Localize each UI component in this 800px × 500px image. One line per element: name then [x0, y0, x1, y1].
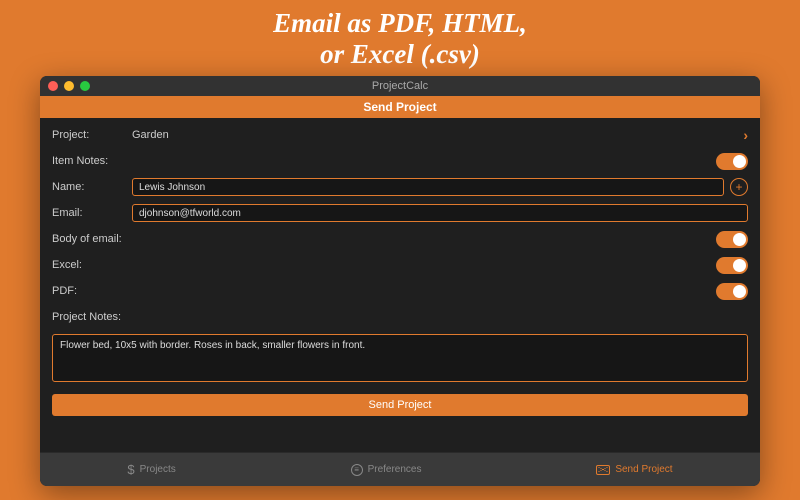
body-label: Body of email:	[52, 233, 122, 245]
name-row: Name: +	[52, 176, 748, 198]
tab-projects-label: Projects	[140, 464, 176, 475]
body-toggle[interactable]	[716, 231, 748, 248]
project-label: Project:	[52, 129, 132, 141]
chevron-right-icon: ›	[743, 127, 748, 143]
preferences-icon: ≡	[351, 464, 363, 476]
envelope-icon	[596, 465, 610, 475]
tab-bar: $ Projects ≡ Preferences Send Project	[40, 452, 760, 486]
email-row: Email:	[52, 202, 748, 224]
tab-preferences-label: Preferences	[368, 464, 422, 475]
name-input[interactable]	[132, 178, 724, 196]
titlebar: ProjectCalc	[40, 76, 760, 96]
tab-send-project[interactable]: Send Project	[596, 464, 672, 475]
item-notes-label: Item Notes:	[52, 155, 132, 167]
tab-projects[interactable]: $ Projects	[127, 462, 175, 477]
promo-line1: Email as PDF, HTML,	[273, 8, 527, 39]
excel-toggle[interactable]	[716, 257, 748, 274]
name-label: Name:	[52, 181, 132, 193]
excel-row: Excel:	[52, 254, 748, 276]
project-notes-label: Project Notes:	[52, 311, 121, 323]
excel-label: Excel:	[52, 259, 132, 271]
window-title: ProjectCalc	[40, 80, 760, 92]
body-row: Body of email:	[52, 228, 748, 250]
pdf-toggle[interactable]	[716, 283, 748, 300]
promo-line2: or Excel (.csv)	[273, 39, 527, 70]
email-label: Email:	[52, 207, 132, 219]
project-value: Garden	[132, 129, 169, 141]
plus-icon: +	[735, 181, 742, 193]
promo-heading: Email as PDF, HTML, or Excel (.csv)	[273, 8, 527, 70]
tab-preferences[interactable]: ≡ Preferences	[351, 464, 422, 476]
section-header: Send Project	[40, 96, 760, 118]
tab-send-project-label: Send Project	[615, 464, 672, 475]
pdf-row: PDF:	[52, 280, 748, 302]
app-window: ProjectCalc Send Project Project: Garden…	[40, 76, 760, 486]
pdf-label: PDF:	[52, 285, 132, 297]
project-notes-textarea[interactable]: Flower bed, 10x5 with border. Roses in b…	[52, 334, 748, 382]
dollar-icon: $	[127, 462, 134, 477]
email-input[interactable]	[132, 204, 748, 222]
content-area: Project: Garden › Item Notes: Name: + Em…	[40, 118, 760, 452]
item-notes-row: Item Notes:	[52, 150, 748, 172]
add-contact-button[interactable]: +	[730, 178, 748, 196]
project-row[interactable]: Project: Garden ›	[52, 124, 748, 146]
item-notes-toggle[interactable]	[716, 153, 748, 170]
project-notes-label-row: Project Notes:	[52, 306, 748, 328]
send-project-button[interactable]: Send Project	[52, 394, 748, 416]
